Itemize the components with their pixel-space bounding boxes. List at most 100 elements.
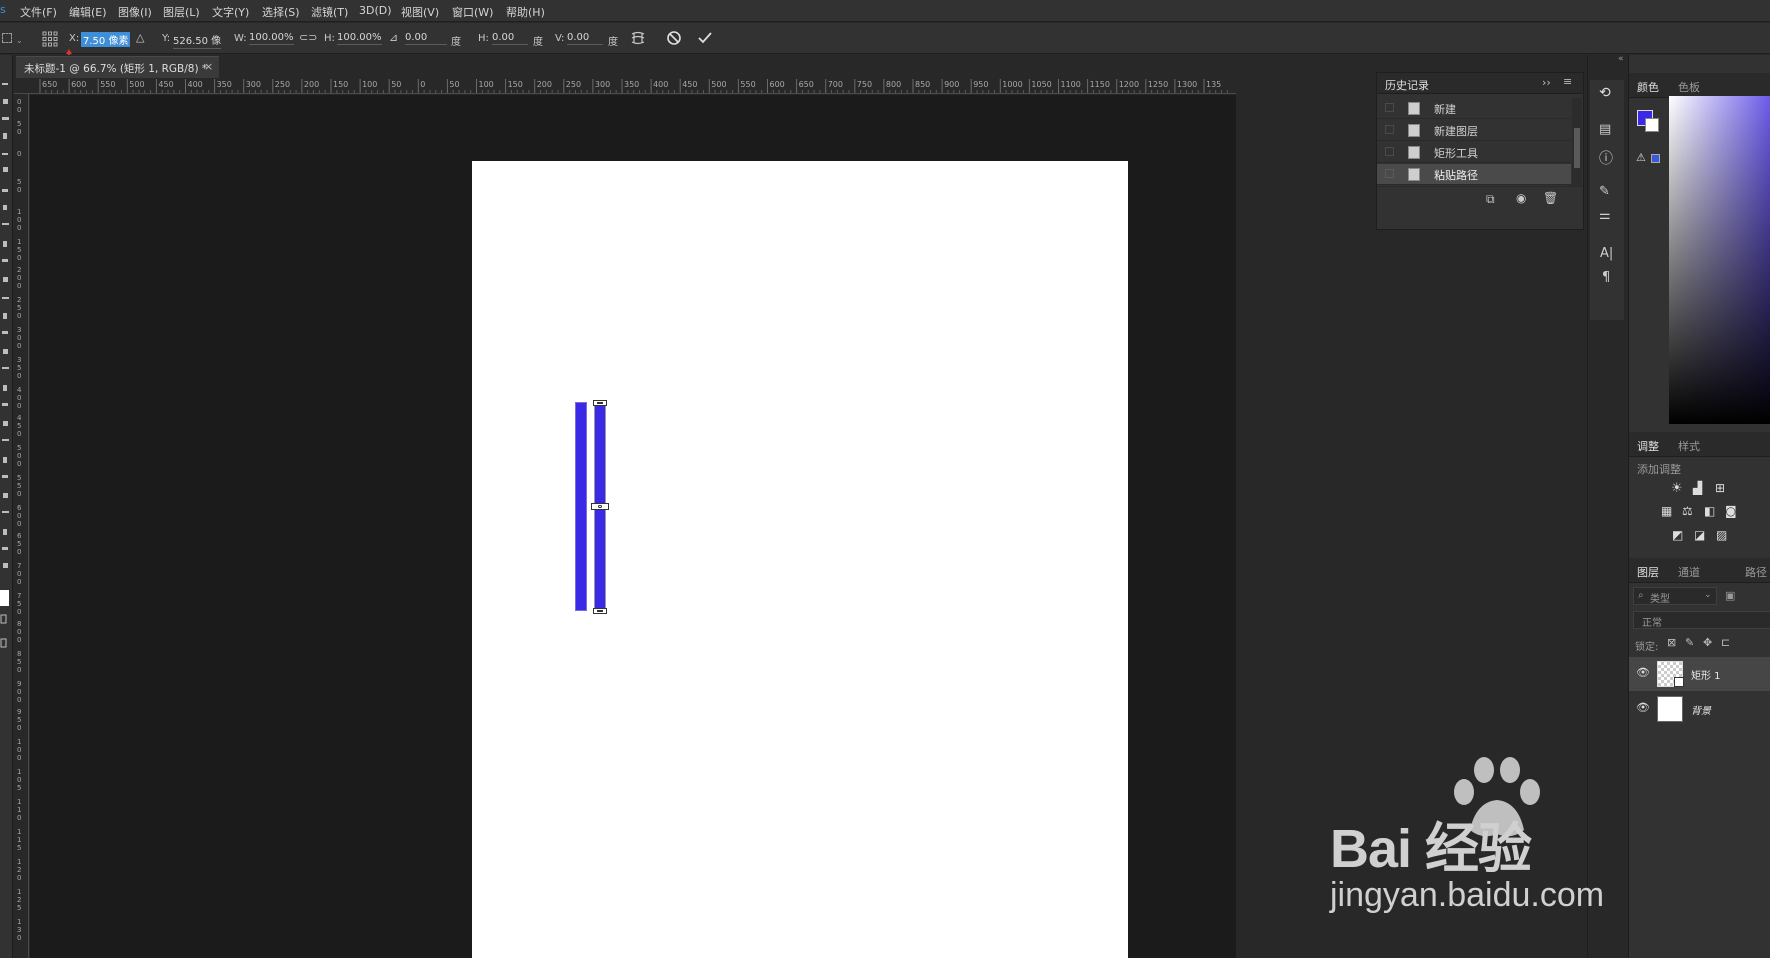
color-picker-field[interactable] xyxy=(1669,96,1770,424)
tab-channels[interactable]: 通道 xyxy=(1678,564,1700,580)
history-item[interactable]: 新建图层 xyxy=(1377,120,1571,141)
document-tab[interactable]: 未标题-1 @ 66.7% (矩形 1, RGB/8) * × xyxy=(16,56,219,78)
transform-handle-top[interactable] xyxy=(593,400,607,406)
visibility-eye-icon[interactable]: 👁 xyxy=(1636,666,1650,679)
svg-text:5: 5 xyxy=(17,540,21,548)
ruler-label: 450 xyxy=(682,80,698,89)
menu-type[interactable]: 文字(Y) xyxy=(212,4,249,20)
ruler-label: 650 xyxy=(798,80,814,89)
x-field[interactable]: 7.50 像素 xyxy=(81,32,131,47)
tool-preset-chevron-icon[interactable]: ⌄ xyxy=(16,36,23,45)
history-panel-icon[interactable]: ⟲ xyxy=(1599,85,1611,101)
menu-edit[interactable]: 编辑(E) xyxy=(69,4,107,20)
tab-paths[interactable]: 路径 xyxy=(1745,564,1767,580)
tab-swatches[interactable]: 色板 xyxy=(1678,79,1700,95)
web-safe-swatch[interactable] xyxy=(1651,154,1660,163)
paragraph-icon[interactable]: ¶ xyxy=(1602,270,1610,285)
vskew-field[interactable]: 0.00 xyxy=(567,32,603,45)
layer-row[interactable]: 👁 背景 xyxy=(1629,692,1770,726)
tab-adjustments[interactable]: 调整 xyxy=(1637,438,1659,454)
history-scrollbar[interactable] xyxy=(1572,98,1582,186)
marquee-tool-icon[interactable] xyxy=(2,33,12,43)
menu-layer[interactable]: 图层(L) xyxy=(163,4,200,20)
levels-icon[interactable]: ▟ xyxy=(1693,481,1702,495)
black-white-icon[interactable]: ◧ xyxy=(1704,504,1715,518)
svg-text:5: 5 xyxy=(17,600,21,608)
brightness-icon[interactable]: ☀ xyxy=(1671,481,1683,496)
hskew-field[interactable]: 0.00 xyxy=(492,32,528,45)
posterize-icon[interactable]: ◪ xyxy=(1694,528,1705,542)
menu-3d[interactable]: 3D(D) xyxy=(359,4,392,17)
angle-field[interactable]: 0.00 xyxy=(405,32,447,45)
chevron-down-icon: ⌄ xyxy=(1704,590,1712,600)
relative-position-icon[interactable]: △ xyxy=(136,31,144,44)
reference-point-icon[interactable] xyxy=(42,31,58,47)
h-field[interactable]: 100.00% xyxy=(337,32,382,45)
new-document-icon[interactable]: ⧉ xyxy=(1486,192,1495,207)
history-item[interactable]: 矩形工具 xyxy=(1377,142,1571,163)
photo-filter-icon[interactable]: ◙ xyxy=(1725,504,1737,518)
cancel-transform-icon[interactable] xyxy=(666,30,682,46)
history-panel-title[interactable]: 历史记录 xyxy=(1385,77,1429,93)
image-filter-icon[interactable]: ▣ xyxy=(1725,589,1735,602)
brushes-icon[interactable]: ✎ xyxy=(1599,184,1610,199)
lock-artboard-icon[interactable]: ⊏ xyxy=(1721,636,1730,649)
options-bar: ⌄ X: 7.50 像素 △ Y: 526.50 像素 W: 100.00% ⊂… xyxy=(0,23,1770,59)
curves-icon[interactable]: ⊞ xyxy=(1715,481,1725,495)
menu-image[interactable]: 图像(I) xyxy=(118,4,152,20)
info-icon[interactable]: ⓘ xyxy=(1599,148,1613,168)
lock-transparency-icon[interactable]: ⊠ xyxy=(1667,636,1676,649)
collapse-dock-icon[interactable]: « xyxy=(1618,54,1624,64)
libraries-icon[interactable]: ▤ xyxy=(1599,122,1611,137)
panel-menu-icon[interactable]: ≡ xyxy=(1563,75,1572,88)
layer-row-active[interactable]: 👁 矩形 1 xyxy=(1629,657,1770,691)
commit-transform-icon[interactable] xyxy=(697,30,713,46)
layers-panel-tabs: 图层 通道 路径 xyxy=(1629,558,1770,583)
menu-window[interactable]: 窗口(W) xyxy=(452,4,493,20)
menu-select[interactable]: 选择(S) xyxy=(262,4,300,20)
tab-color[interactable]: 颜色 xyxy=(1637,79,1659,95)
properties-icon[interactable]: ⚌ xyxy=(1599,208,1611,223)
color-balance-icon[interactable]: ⚖ xyxy=(1682,504,1693,518)
gradient-map-icon[interactable]: ▨ xyxy=(1716,528,1727,542)
background-color-swatch[interactable] xyxy=(1645,118,1659,132)
collapse-panel-icon[interactable]: ›› xyxy=(1542,76,1551,89)
history-item[interactable]: 新建 xyxy=(1377,98,1571,119)
delete-trash-icon[interactable]: 🗑 xyxy=(1543,191,1558,205)
history-source-checkbox[interactable] xyxy=(1385,125,1394,134)
snapshot-camera-icon[interactable]: ◉ xyxy=(1516,191,1526,205)
transform-handle-bottom[interactable] xyxy=(593,608,607,614)
lock-position-icon[interactable]: ✥ xyxy=(1703,636,1712,649)
w-field[interactable]: 100.00% xyxy=(249,32,294,45)
history-source-checkbox[interactable] xyxy=(1385,147,1394,156)
app-logo[interactable]: s xyxy=(0,3,6,16)
menu-file[interactable]: 文件(F) xyxy=(20,4,57,20)
warp-icon[interactable] xyxy=(630,30,646,46)
menu-help[interactable]: 帮助(H) xyxy=(506,4,545,20)
visibility-eye-icon[interactable]: 👁 xyxy=(1636,701,1650,714)
transform-center-handle[interactable] xyxy=(591,503,609,510)
history-source-checkbox[interactable] xyxy=(1385,169,1394,178)
y-field[interactable]: 526.50 像素 xyxy=(173,32,221,49)
layer-filter-select[interactable]: ⌕ 类型 ⌄ xyxy=(1633,587,1717,605)
tab-layers[interactable]: 图层 xyxy=(1637,564,1659,580)
document-canvas[interactable] xyxy=(472,161,1128,958)
rectangle-shape-original[interactable] xyxy=(575,402,587,611)
invert-icon[interactable]: ◩ xyxy=(1672,528,1683,542)
tab-styles[interactable]: 样式 xyxy=(1678,438,1700,454)
history-item-active[interactable]: 粘贴路径 xyxy=(1377,164,1571,185)
menu-view[interactable]: 视图(V) xyxy=(401,4,439,20)
exposure-icon[interactable]: ▦ xyxy=(1661,504,1672,518)
svg-text:0: 0 xyxy=(17,608,21,616)
blend-mode-select[interactable]: 正常 xyxy=(1633,611,1770,629)
svg-text:0: 0 xyxy=(17,746,21,754)
tool-icons-strip[interactable] xyxy=(0,55,13,958)
layer-filter-label: 类型 xyxy=(1650,594,1670,605)
lock-pixels-icon[interactable]: ✎ xyxy=(1685,636,1694,649)
link-icon[interactable]: ⊂⊃ xyxy=(299,31,317,44)
character-icon[interactable]: A| xyxy=(1600,246,1613,261)
history-source-checkbox[interactable] xyxy=(1385,103,1394,112)
close-tab-icon[interactable]: × xyxy=(204,60,213,73)
menu-filter[interactable]: 滤镜(T) xyxy=(311,4,348,20)
scrollbar-thumb[interactable] xyxy=(1574,128,1580,168)
